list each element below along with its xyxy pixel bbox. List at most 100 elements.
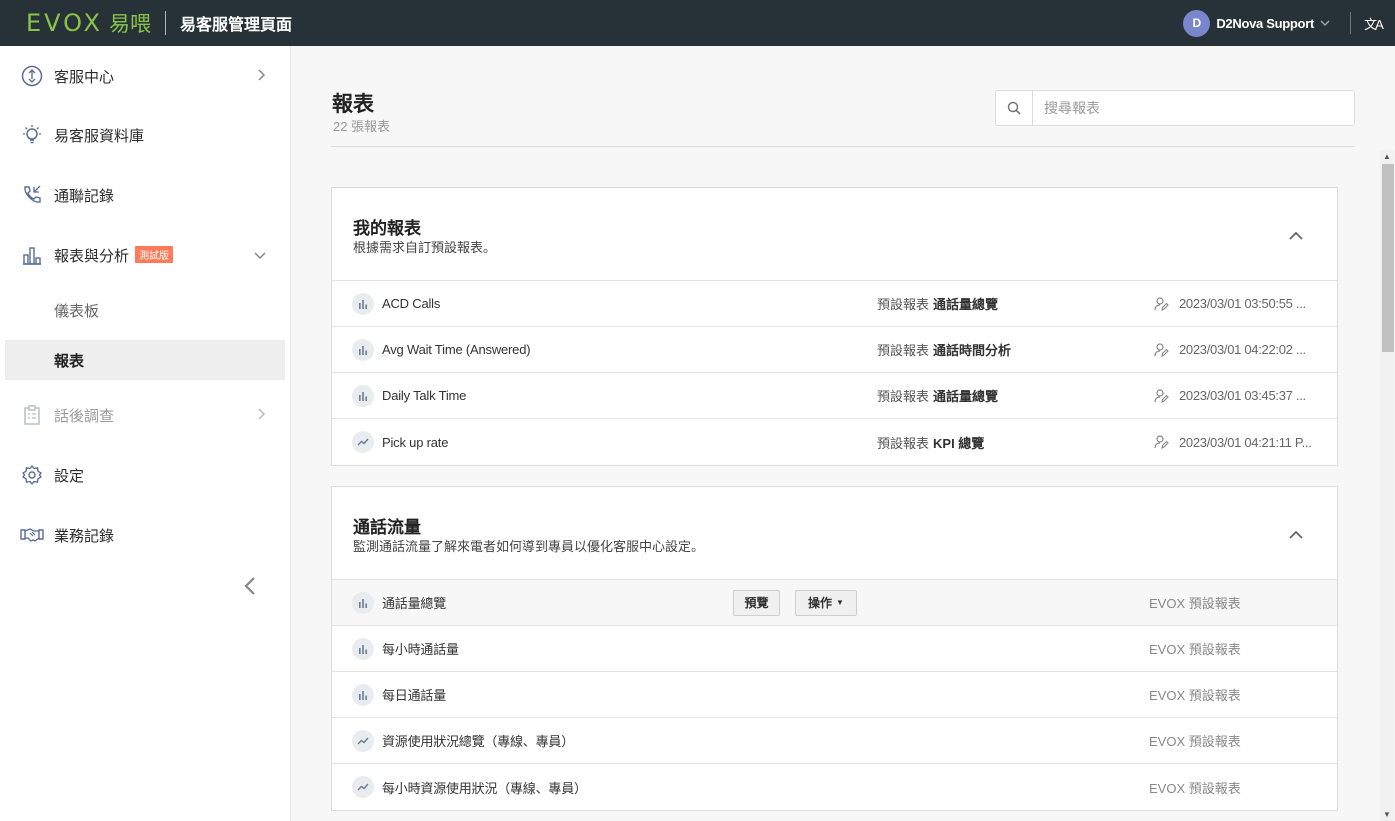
sidebar-subitem-reports[interactable]: 報表 <box>5 340 285 380</box>
call-traffic-list: 通話量總覽 預覽 操作 ▼ EVOX 預設報表 每小時通話量 EVOX 預設報表 每日通話量 E… <box>332 580 1337 810</box>
chevron-right-icon <box>258 68 266 84</box>
scroll-thumb[interactable] <box>1382 164 1394 352</box>
search-box <box>995 90 1355 126</box>
table-row[interactable]: Daily Talk Time 預設報表 通話量總覽 2023/03/01 03:45… <box>332 373 1337 419</box>
bar-chart-icon <box>352 637 374 660</box>
bar-chart-icon <box>352 338 374 361</box>
table-row[interactable]: ACD Calls 預設報表 通話量總覽 2023/03/01 03:50:55 ..… <box>332 281 1337 327</box>
actions-label: 操作 <box>808 596 833 610</box>
report-name: 每日通話量 <box>382 688 447 703</box>
report-type-prefix: 預設報表 <box>877 297 930 312</box>
table-row[interactable]: 每小時資源使用狀況（專線、專員） EVOX 預設報表 <box>332 764 1337 810</box>
report-source: EVOX 預設報表 <box>1149 688 1241 703</box>
report-type-name: 通話時間分析 <box>933 343 1012 358</box>
logo-text: EVOX <box>26 9 103 37</box>
card-title: 通話流量 <box>353 518 421 537</box>
user-edit-icon <box>1153 434 1169 450</box>
my-reports-card: 我的報表 根據需求自訂預設報表。 ACD Calls 預設報表 通話量總覽 2023/… <box>331 187 1338 466</box>
sidebar-item-label: 易客服資料庫 <box>54 127 145 145</box>
sidebar-item-support-center[interactable]: 客服中心 <box>0 54 290 98</box>
logo-divider <box>164 11 166 35</box>
report-name: Daily Talk Time <box>382 388 467 403</box>
preview-button[interactable]: 預覽 <box>733 589 780 616</box>
caret-down-icon: ▼ <box>836 598 844 607</box>
top-right-controls: D D2Nova Support 文A <box>1183 0 1395 46</box>
logo-cn-text: 易喂 <box>108 12 151 36</box>
logo[interactable]: EVOX 易喂 <box>26 0 151 46</box>
report-modified-time: 2023/03/01 04:22:02 ... <box>1179 342 1306 357</box>
card-collapse-toggle[interactable] <box>1285 523 1307 545</box>
report-type-name: 通話量總覽 <box>933 297 999 312</box>
table-row[interactable]: 每日通話量 EVOX 預設報表 <box>332 672 1337 718</box>
handshake-icon <box>20 523 44 547</box>
report-source: EVOX 預設報表 <box>1149 734 1241 749</box>
scroll-down-arrow-icon[interactable]: ▼ <box>1383 810 1391 819</box>
search-input[interactable] <box>1033 92 1333 124</box>
card-header: 通話流量 監測通話流量了解來電者如何導到專員以優化客服中心設定。 <box>332 487 1337 580</box>
sidebar-item-reports-analytics[interactable]: 報表與分析 測試版 <box>0 233 290 277</box>
sidebar-item-call-log[interactable]: 通聯記錄 <box>0 173 290 217</box>
app-title: 易客服管理頁面 <box>179 17 292 34</box>
support-center-icon <box>20 64 44 88</box>
report-modified-time: 2023/03/01 03:45:37 ... <box>1179 388 1306 403</box>
report-modified-time: 2023/03/01 04:21:11 P... <box>1179 434 1312 450</box>
scrollbar[interactable]: ▲ ▼ <box>1380 150 1394 821</box>
my-reports-list: ACD Calls 預設報表 通話量總覽 2023/03/01 03:50:55 ..… <box>332 281 1337 465</box>
report-source: EVOX 預設報表 <box>1149 596 1241 611</box>
sidebar-item-label: 話後調查 <box>54 407 115 425</box>
table-row[interactable]: Avg Wait Time (Answered) 預設報表 通話時間分析 2023/0… <box>332 327 1337 373</box>
report-type: 預設報表 通話量總覽 <box>877 386 998 405</box>
report-type-prefix: 預設報表 <box>877 389 930 404</box>
report-type: 預設報表 通話時間分析 <box>877 340 1011 359</box>
card-description: 根據需求自訂預設報表。 <box>353 240 497 255</box>
report-name: 通話量總覽 <box>382 596 447 611</box>
report-type-prefix: 預設報表 <box>877 343 930 358</box>
line-chart-icon <box>352 431 374 453</box>
main-content: 報表 22 張報表 我的報表 根據需求自訂預設報表。 ACD Calls 預設報表… <box>291 46 1395 821</box>
table-row[interactable]: 資源使用狀況總覽（專線、專員） EVOX 預設報表 <box>332 718 1337 764</box>
report-type-name: KPI 總覽 <box>933 435 985 451</box>
report-type-name: 通話量總覽 <box>933 389 999 404</box>
user-edit-icon <box>1153 342 1169 358</box>
line-chart-icon <box>352 729 374 752</box>
bar-chart-icon <box>352 292 374 315</box>
report-source: EVOX 預設報表 <box>1149 642 1241 657</box>
sidebar-item-settings[interactable]: 設定 <box>0 453 290 497</box>
report-type: 預設報表 KPI 總覽 <box>877 433 984 452</box>
sidebar-subitem-label: 報表 <box>54 352 85 370</box>
sidebar-subitem-dashboard[interactable]: 儀表板 <box>5 290 285 330</box>
bar-chart-icon <box>352 683 374 706</box>
top-bar: EVOX 易喂 易客服管理頁面 D D2Nova Support 文A <box>0 0 1395 46</box>
card-collapse-toggle[interactable] <box>1285 224 1307 246</box>
chevron-left-icon <box>244 577 255 595</box>
top-divider <box>1350 12 1351 34</box>
call-traffic-card: 通話流量 監測通話流量了解來電者如何導到專員以優化客服中心設定。 通話量總覽 預覽… <box>331 486 1338 811</box>
sidebar-item-knowledge-base[interactable]: 易客服資料庫 <box>0 113 290 157</box>
translate-icon[interactable]: 文A <box>1363 14 1384 33</box>
report-name: 資源使用狀況總覽（專線、專員） <box>382 734 575 749</box>
card-description: 監測通話流量了解來電者如何導到專員以優化客服中心設定。 <box>353 539 705 554</box>
sidebar-item-survey[interactable]: 話後調查 <box>0 393 290 437</box>
sidebar: 客服中心 易客服資料庫 通聯記錄 報表與分析 測試版 儀表板 報表 話後調查 設… <box>0 46 291 821</box>
search-icon[interactable] <box>996 91 1033 125</box>
report-type-prefix: 預設報表 <box>877 435 930 451</box>
scroll-up-arrow-icon[interactable]: ▲ <box>1383 152 1391 161</box>
sidebar-collapse-button[interactable] <box>240 574 260 598</box>
user-menu[interactable]: D D2Nova Support <box>1183 9 1330 37</box>
table-row[interactable]: 每小時通話量 EVOX 預設報表 <box>332 626 1337 672</box>
actions-dropdown-button[interactable]: 操作 ▼ <box>795 589 857 616</box>
bar-chart-icon <box>20 243 44 267</box>
table-row[interactable]: 通話量總覽 預覽 操作 ▼ EVOX 預設報表 <box>332 580 1337 626</box>
user-edit-icon <box>1153 388 1169 404</box>
sidebar-item-label-wrap: 報表與分析 測試版 <box>54 245 174 266</box>
card-title: 我的報表 <box>353 219 421 238</box>
phone-log-icon <box>20 183 44 207</box>
report-name: Pick up rate <box>382 434 449 450</box>
report-name: 每小時資源使用狀況（專線、專員） <box>382 780 587 796</box>
sidebar-item-business-log[interactable]: 業務記錄 <box>0 513 290 557</box>
table-row[interactable]: Pick up rate 預設報表 KPI 總覽 2023/03/01 04:21:1… <box>332 419 1337 465</box>
report-name: Avg Wait Time (Answered) <box>382 342 531 357</box>
header-divider <box>331 146 1355 147</box>
reports-scroll-area: 我的報表 根據需求自訂預設報表。 ACD Calls 預設報表 通話量總覽 2023/… <box>331 148 1394 821</box>
chevron-right-icon <box>258 407 266 423</box>
